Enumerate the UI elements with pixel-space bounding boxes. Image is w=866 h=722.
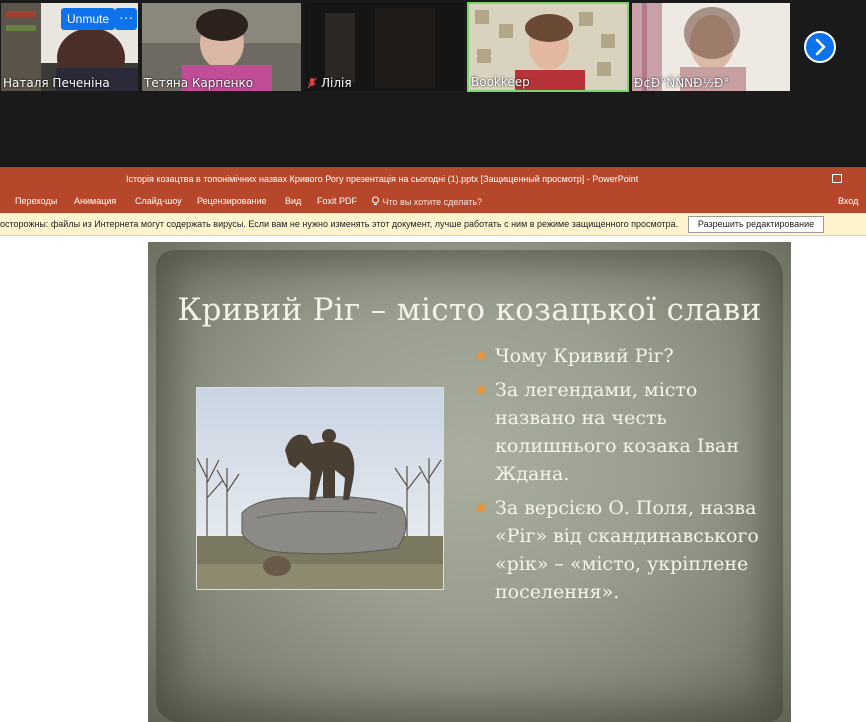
participant-tile-4[interactable]: Bookkeep <box>467 2 629 92</box>
participant-name: Лілія <box>321 76 352 90</box>
next-page-button[interactable] <box>804 31 836 63</box>
protected-view-message: осторожны: файлы из Интернета могут соде… <box>0 219 679 229</box>
tab-foxit-pdf[interactable]: Foxit PDF <box>317 196 357 206</box>
cossack-monument-image <box>197 388 443 589</box>
tell-me-label: Что вы хотите сделать? <box>382 197 483 207</box>
bullet-dot <box>477 504 485 512</box>
protected-view-bar: осторожны: файлы из Интернета могут соде… <box>0 213 866 236</box>
bullet-item: Чому Кривий Ріг? <box>475 342 775 370</box>
powerpoint-title-bar: Історія козацтва в топонімічних назвах К… <box>0 167 866 191</box>
sign-in-link[interactable]: Вход <box>838 196 858 206</box>
participant-name: Bookkeep <box>471 75 530 89</box>
window-title: Історія козацтва в топонімічних назвах К… <box>126 174 639 184</box>
bullet-text: За версією О. Поля, назва «Ріг» від скан… <box>495 497 759 603</box>
chevron-right-icon <box>815 38 826 56</box>
screen: Наталя Печеніна Unmute ··· Тетяна Карпен… <box>0 0 866 722</box>
participant-name: Ð¢Ð°ÑÑÑÐ½Ð° <box>634 76 730 90</box>
tab-review[interactable]: Рецензирование <box>197 196 267 206</box>
slide-title: Кривий Ріг – місто козацької слави <box>177 292 762 328</box>
ribbon-tabs: Переходы Анимация Слайд-шоу Рецензирован… <box>0 191 866 213</box>
participant-tile-3[interactable]: Лілія <box>304 2 465 92</box>
bullet-item: За версією О. Поля, назва «Ріг» від скан… <box>475 494 775 606</box>
participant-tile-5[interactable]: Ð¢Ð°ÑÑÑÐ½Ð° <box>631 2 791 92</box>
slide: Кривий Ріг – місто козацької слави Чому … <box>148 242 791 722</box>
tab-transitions[interactable]: Переходы <box>15 196 57 206</box>
participant-tile-2[interactable]: Тетяна Карпенко <box>141 2 302 92</box>
restore-window-button[interactable] <box>832 174 842 183</box>
tab-animation[interactable]: Анимация <box>74 196 116 206</box>
tell-me-search[interactable]: Что вы хотите сделать? <box>371 196 482 207</box>
tab-slideshow[interactable]: Слайд-шоу <box>135 196 182 206</box>
slide-bullet-list: Чому Кривий Ріг? За легендами, місто наз… <box>475 342 775 612</box>
bullet-text: За легендами, місто названо на честь кол… <box>495 379 740 485</box>
enable-editing-button[interactable]: Разрешить редактирование <box>688 216 824 233</box>
slide-canvas: Кривий Ріг – місто козацької слави Чому … <box>0 236 866 722</box>
microphone-muted-icon <box>307 77 317 89</box>
participant-name-row: Лілія <box>307 76 352 90</box>
participant-name: Наталя Печеніна <box>3 76 110 90</box>
zoom-gallery: Наталя Печеніна Unmute ··· Тетяна Карпен… <box>0 0 866 167</box>
tab-view[interactable]: Вид <box>285 196 301 206</box>
lightbulb-icon <box>372 196 379 205</box>
participant-tile-1[interactable]: Наталя Печеніна Unmute ··· <box>0 2 139 92</box>
unmute-button[interactable]: Unmute <box>61 8 116 30</box>
bullet-dot <box>477 386 485 394</box>
monument-photo <box>196 387 444 590</box>
participant-name: Тетяна Карпенко <box>144 76 254 90</box>
more-options-button[interactable]: ··· <box>115 8 137 30</box>
bullet-text: Чому Кривий Ріг? <box>495 345 674 367</box>
bullet-dot <box>477 352 485 360</box>
bullet-item: За легендами, місто названо на честь кол… <box>475 376 775 488</box>
